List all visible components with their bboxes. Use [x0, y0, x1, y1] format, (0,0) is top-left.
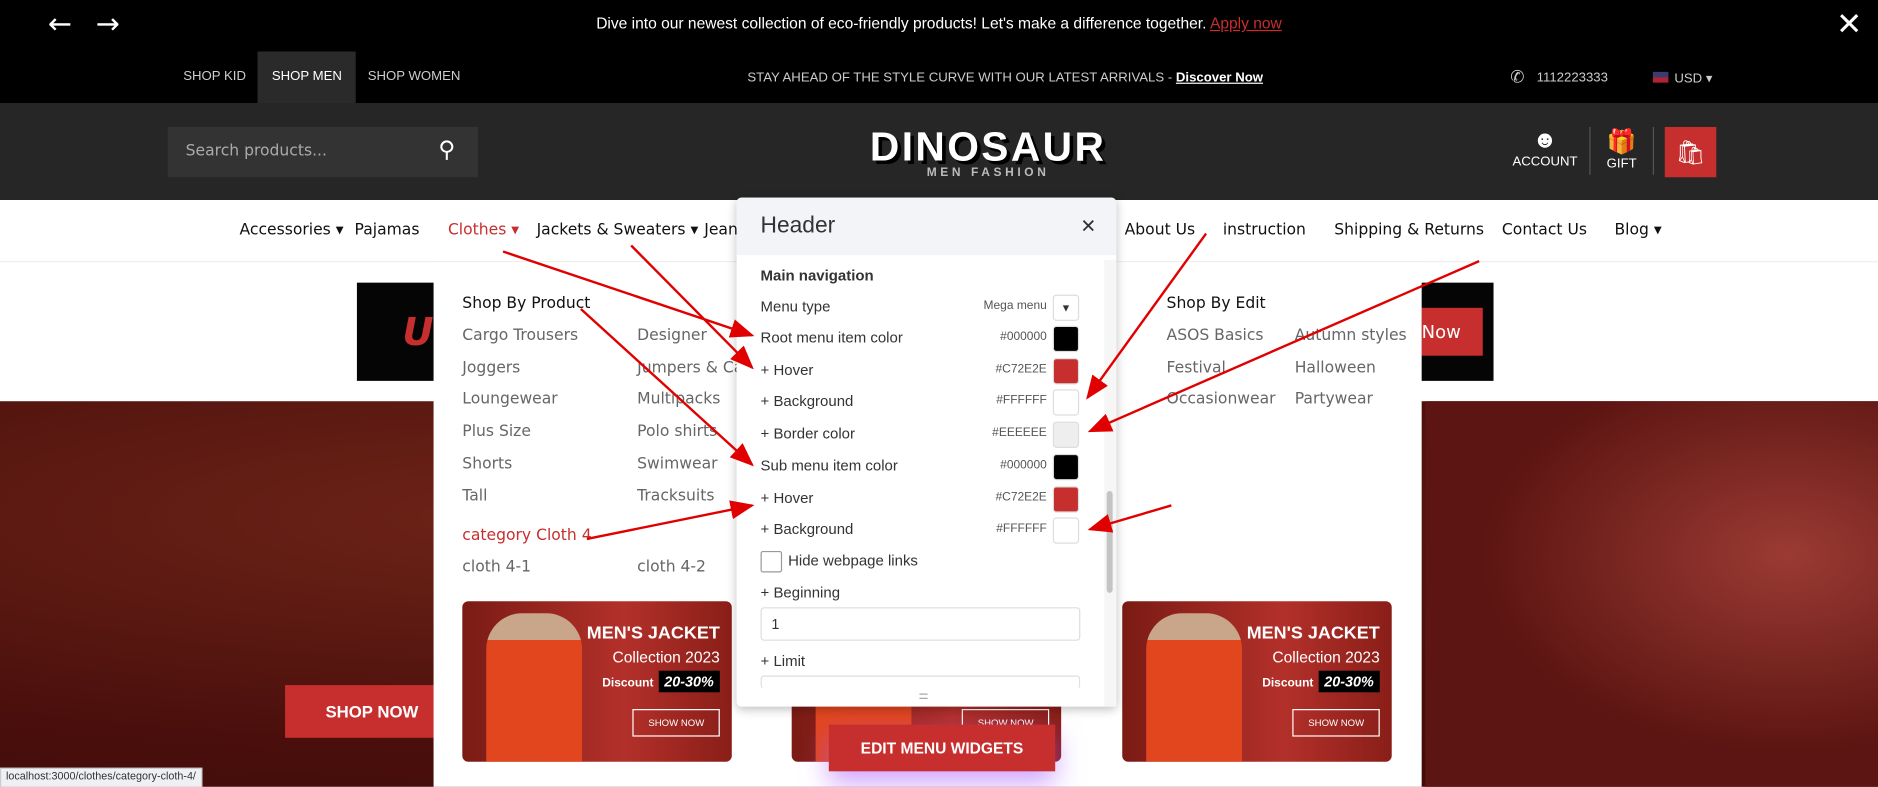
- annotation-arrows: [502, 232, 1480, 541]
- annotation-arrow: [586, 500, 755, 541]
- annotation-arrow: [1087, 504, 1172, 533]
- annotation-arrow: [580, 308, 754, 467]
- annotation-arrow: [502, 250, 755, 338]
- annotation-arrow: [630, 244, 754, 370]
- status-bar-url: localhost:3000/clothes/category-cloth-4/: [0, 767, 202, 787]
- annotation-arrow: [1087, 260, 1480, 433]
- annotation-arrow: [1086, 232, 1208, 400]
